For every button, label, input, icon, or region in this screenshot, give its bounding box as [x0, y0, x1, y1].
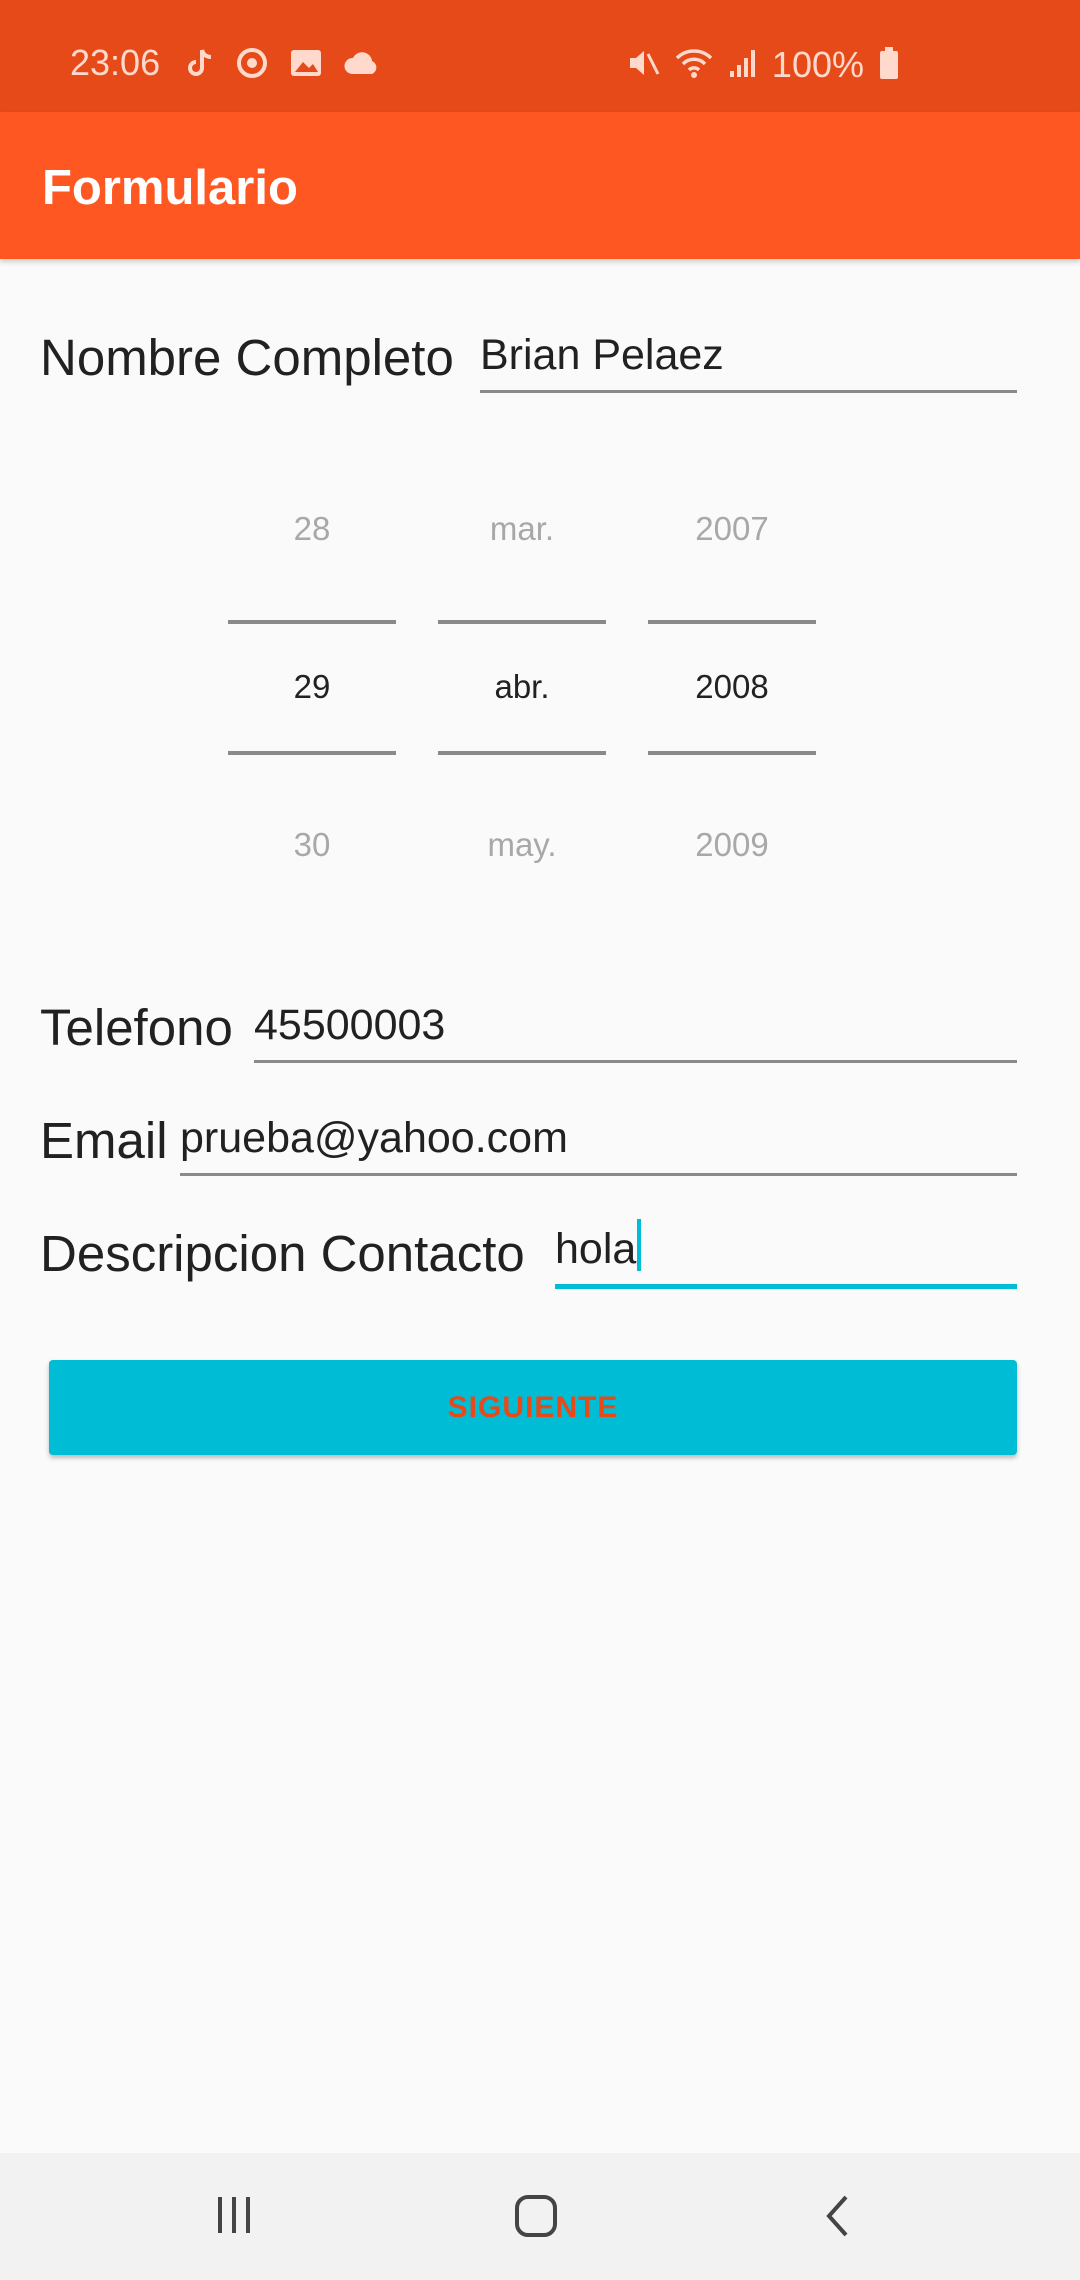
month-picker[interactable]: mar. abr. may.	[438, 480, 606, 900]
back-icon[interactable]	[820, 2193, 856, 2244]
picker-divider	[228, 751, 396, 755]
month-selected[interactable]: abr.	[438, 668, 606, 706]
app-bar: Formulario	[0, 112, 1080, 259]
cloud-icon	[343, 50, 381, 81]
mute-icon	[626, 46, 660, 85]
battery-percentage: 100%	[771, 44, 864, 85]
image-icon	[289, 48, 323, 83]
picker-divider	[228, 620, 396, 624]
name-field-value: Brian Pelaez	[480, 331, 724, 379]
year-prev[interactable]: 2007	[648, 510, 816, 548]
email-label: Email	[40, 1112, 168, 1169]
notification-icons	[185, 46, 381, 85]
month-prev[interactable]: mar.	[438, 510, 606, 548]
picker-divider	[648, 620, 816, 624]
description-field-value: hola	[555, 1225, 637, 1273]
signal-icon	[728, 47, 758, 84]
next-button-label: SIGUIENTE	[447, 1390, 619, 1424]
year-picker[interactable]: 2007 2008 2009	[648, 480, 816, 900]
email-field-value: prueba@yahoo.com	[180, 1114, 568, 1162]
phone-label: Telefono	[40, 999, 233, 1056]
year-selected[interactable]: 2008	[648, 668, 816, 706]
status-time: 23:06	[70, 42, 161, 83]
day-picker[interactable]: 28 29 30	[228, 480, 396, 900]
day-next[interactable]: 30	[228, 826, 396, 864]
system-icons: 100%	[626, 44, 900, 86]
picker-divider	[648, 751, 816, 755]
name-field[interactable]: Brian Pelaez	[480, 320, 1017, 393]
phone-field[interactable]: 45500003	[254, 990, 1017, 1063]
picker-divider	[438, 751, 606, 755]
tiktok-icon	[185, 47, 215, 84]
year-next[interactable]: 2009	[648, 826, 816, 864]
status-bar: 23:06 100%	[0, 0, 1080, 112]
recents-icon[interactable]	[212, 2193, 256, 2242]
name-label: Nombre Completo	[40, 329, 454, 386]
sync-icon	[235, 46, 269, 85]
picker-divider	[438, 620, 606, 624]
wifi-icon	[674, 46, 714, 85]
description-field-content: hola	[555, 1219, 642, 1274]
text-cursor	[637, 1219, 642, 1271]
email-field[interactable]: prueba@yahoo.com	[180, 1103, 1017, 1176]
home-icon[interactable]	[513, 2193, 559, 2244]
battery-icon	[878, 46, 900, 85]
phone-field-value: 45500003	[254, 1001, 446, 1049]
navigation-bar	[0, 2153, 1080, 2280]
month-next[interactable]: may.	[438, 826, 606, 864]
day-selected[interactable]: 29	[228, 668, 396, 706]
page-title: Formulario	[42, 161, 298, 215]
day-prev[interactable]: 28	[228, 510, 396, 548]
description-field[interactable]: hola	[555, 1214, 1017, 1289]
description-label: Descripcion Contacto	[40, 1225, 525, 1282]
next-button[interactable]: SIGUIENTE	[49, 1360, 1017, 1455]
